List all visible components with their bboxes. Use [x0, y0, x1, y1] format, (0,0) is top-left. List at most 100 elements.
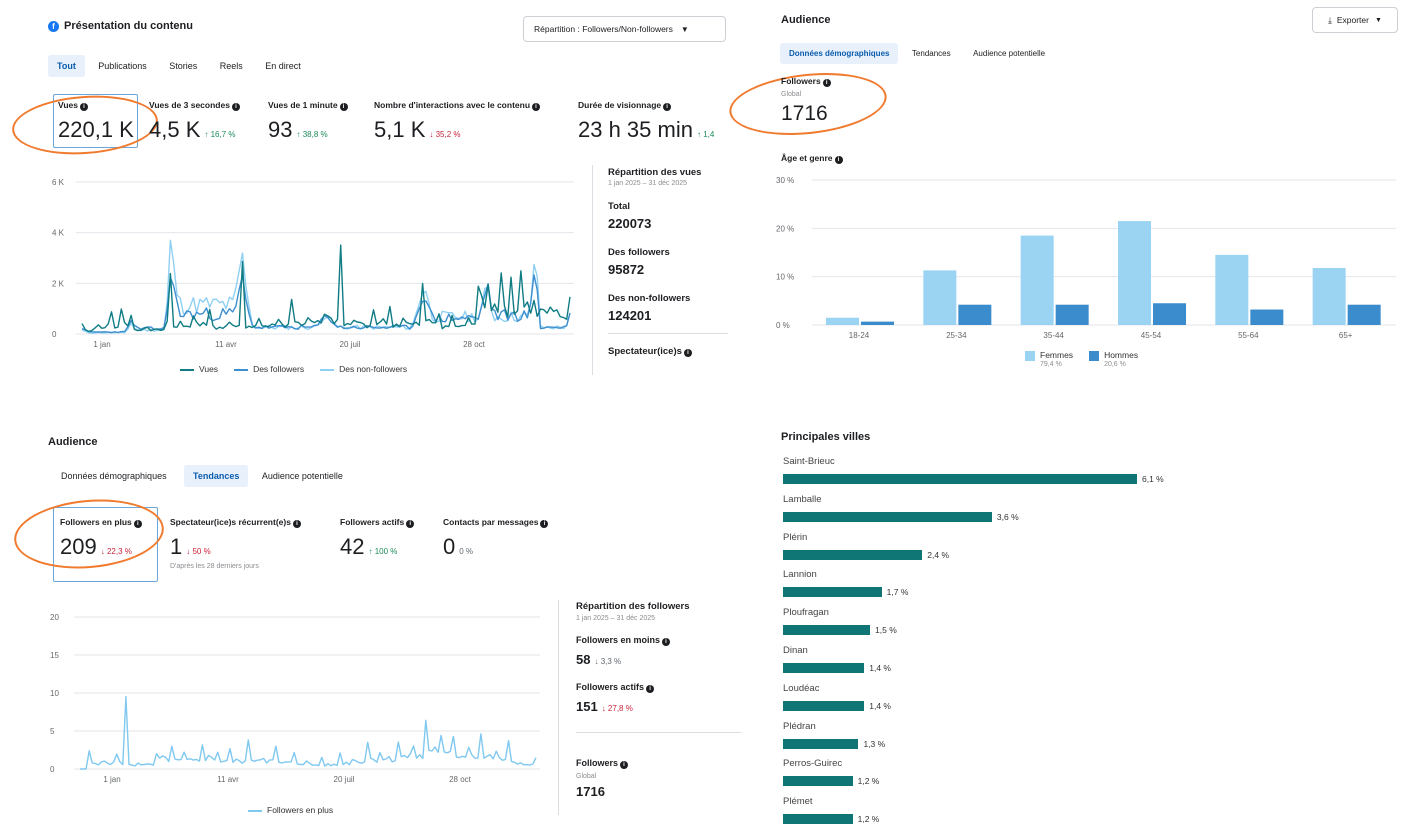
tab-en-direct[interactable]: En direct	[256, 55, 310, 77]
followers-value: 95872	[608, 262, 645, 277]
active-followers-value: 151	[576, 699, 598, 714]
active-followers-label: Followers actifs i	[576, 682, 741, 693]
followers-label: Followers i	[576, 758, 741, 769]
metric-interactions[interactable]: Nombre d'interactions avec le contenu i 5…	[374, 100, 541, 143]
info-icon: i	[662, 638, 671, 646]
metric-value: 220,1 K	[58, 117, 134, 142]
info-icon: i	[683, 349, 692, 357]
city-bar	[783, 663, 865, 673]
divider	[558, 600, 559, 815]
tab-demographics[interactable]: Données démographiques	[780, 43, 899, 64]
spectators-label[interactable]: Spectateur(ice)s i	[608, 346, 728, 357]
metric-label: Spectateur(ice)s récurrent(e)s	[170, 517, 291, 527]
x-tick-label: 20 juil	[334, 775, 355, 784]
metric-value: 93	[268, 117, 293, 142]
series-line-des-non-followers	[81, 239, 571, 334]
tab-publications[interactable]: Publications	[89, 55, 156, 77]
metric-vues[interactable]: Vues i 220,1 K	[58, 100, 134, 143]
side-period: 1 jan 2025 – 31 déc 2025	[576, 615, 656, 622]
city-name: Plémet	[783, 796, 813, 808]
tab-reels[interactable]: Reels	[211, 55, 252, 77]
x-tick-label: 11 avr	[215, 340, 237, 349]
export-button[interactable]: ⤓ Exporter ▼	[1312, 7, 1398, 33]
x-tick-label: 35-44	[1043, 331, 1064, 340]
legend-item-hommes: Hommes 20,6 %	[1089, 350, 1138, 368]
tab-tout[interactable]: Tout	[48, 55, 85, 77]
metric-note: D'après les 28 derniers jours	[170, 563, 259, 570]
info-icon: i	[292, 520, 301, 528]
x-tick-label: 55-64	[1238, 331, 1259, 340]
followers-label: Followers	[781, 76, 821, 86]
side-title: Répartition des followers	[576, 601, 690, 612]
metric-returning-viewers[interactable]: Spectateur(ice)s récurrent(e)s i 1 ↓ 50 % …	[170, 517, 301, 570]
info-icon: i	[406, 520, 415, 528]
tab-potential-audience[interactable]: Audience potentielle	[253, 465, 352, 487]
followers-scope: Global	[781, 91, 802, 98]
y-tick-label: 10	[50, 689, 59, 698]
tab-demographics[interactable]: Données démographiques	[52, 465, 176, 487]
bar-hommes-65+	[1347, 304, 1381, 325]
metric-message-contacts[interactable]: Contacts par messages i 00 %	[443, 517, 549, 560]
metric-value: 4,5 K	[149, 117, 201, 142]
city-name: Plédran	[783, 720, 816, 732]
tab-trends[interactable]: Tendances	[184, 465, 249, 487]
bar-femmes-65+	[1312, 267, 1346, 325]
divider	[592, 165, 593, 375]
city-value: 1,2 %	[857, 776, 880, 787]
breakdown-dropdown[interactable]: Répartition : Followers/Non-followers ▼	[523, 16, 726, 42]
legend-item-vues: Vues	[180, 364, 218, 374]
city-bar	[783, 587, 882, 598]
metric-value: 23 h 35 min	[578, 117, 693, 142]
y-tick-label: 0 %	[776, 321, 790, 330]
bar-femmes-18-24	[826, 317, 859, 325]
x-tick-label: 18-24	[849, 331, 870, 340]
city-value: 1,4 %	[869, 663, 891, 673]
new-followers-line-chart: 0 5 10 15 20 1 jan 11 avr 20 juil 28 oct	[50, 613, 540, 784]
city-name: Loudéac	[783, 682, 820, 694]
metric-vues-1min[interactable]: Vues de 1 minute i 93 ↑ 38,8 %	[268, 100, 348, 143]
tab-potential-audience[interactable]: Audience potentielle	[964, 43, 1054, 64]
city-value: 1,7 %	[886, 587, 909, 598]
metric-value: 1	[170, 534, 183, 559]
metric-watch-time[interactable]: Durée de visionnage i 23 h 35 min ↑ 1,4	[578, 100, 728, 143]
legend-item-non-followers: Des non-followers	[320, 364, 407, 374]
x-tick-label: 65+	[1339, 331, 1353, 340]
metric-active-followers[interactable]: Followers actifs i 42 ↑ 100 %	[340, 517, 415, 560]
metric-value: 42	[340, 534, 365, 559]
info-icon: i	[822, 79, 831, 87]
top-cities-title: Principales villes	[781, 431, 871, 443]
followers-breakdown-side: Répartition des followers 1 jan 2025 – 3…	[576, 601, 741, 799]
y-tick-label: 2 K	[52, 279, 65, 288]
tab-stories[interactable]: Stories	[160, 55, 206, 77]
x-tick-label: 20 juil	[340, 340, 361, 349]
tab-trends[interactable]: Tendances	[903, 43, 960, 64]
info-icon: i	[133, 520, 142, 528]
views-line-chart: 0 2 K 4 K 6 K 1 jan 11 avr 20 juil 28 oct	[52, 178, 574, 349]
metric-change: ↓ 22,3 %	[100, 547, 132, 556]
lost-followers-change: ↓ 3,3 %	[594, 657, 622, 666]
bar-femmes-55-64	[1215, 254, 1249, 325]
city-bar	[783, 700, 865, 711]
facebook-icon: f	[48, 20, 59, 32]
city-name: Ploufragan	[783, 607, 829, 619]
followers-scope: Global	[576, 773, 597, 780]
city-name: Lamballe	[783, 493, 822, 505]
total-value: 220073	[608, 216, 652, 231]
metric-label: Followers en plus	[60, 517, 132, 527]
metric-new-followers[interactable]: Followers en plus i 209 ↓ 22,3 %	[60, 517, 142, 560]
age-gender-legend: Femmes 79,4 % Hommes 20,6 %	[1025, 350, 1138, 368]
side-title: Répartition des vues	[608, 167, 702, 178]
city-value: 2,4 %	[927, 549, 950, 560]
city-value: 3,6 %	[996, 511, 1019, 522]
metric-vues-3s[interactable]: Vues de 3 secondes i 4,5 K ↑ 16,7 %	[149, 100, 240, 143]
bar-femmes-35-44	[1020, 235, 1054, 325]
total-label: Total	[608, 201, 630, 212]
breakdown-dropdown-label: Répartition : Followers/Non-followers	[534, 24, 673, 34]
bar-femmes-25-34	[923, 270, 957, 325]
y-tick-label: 15	[50, 651, 59, 660]
bar-hommes-35-44	[1055, 304, 1089, 325]
y-tick-label: 6 K	[52, 178, 65, 187]
y-tick-label: 4 K	[52, 229, 65, 238]
city-bar	[783, 738, 859, 749]
info-icon: i	[540, 520, 549, 528]
